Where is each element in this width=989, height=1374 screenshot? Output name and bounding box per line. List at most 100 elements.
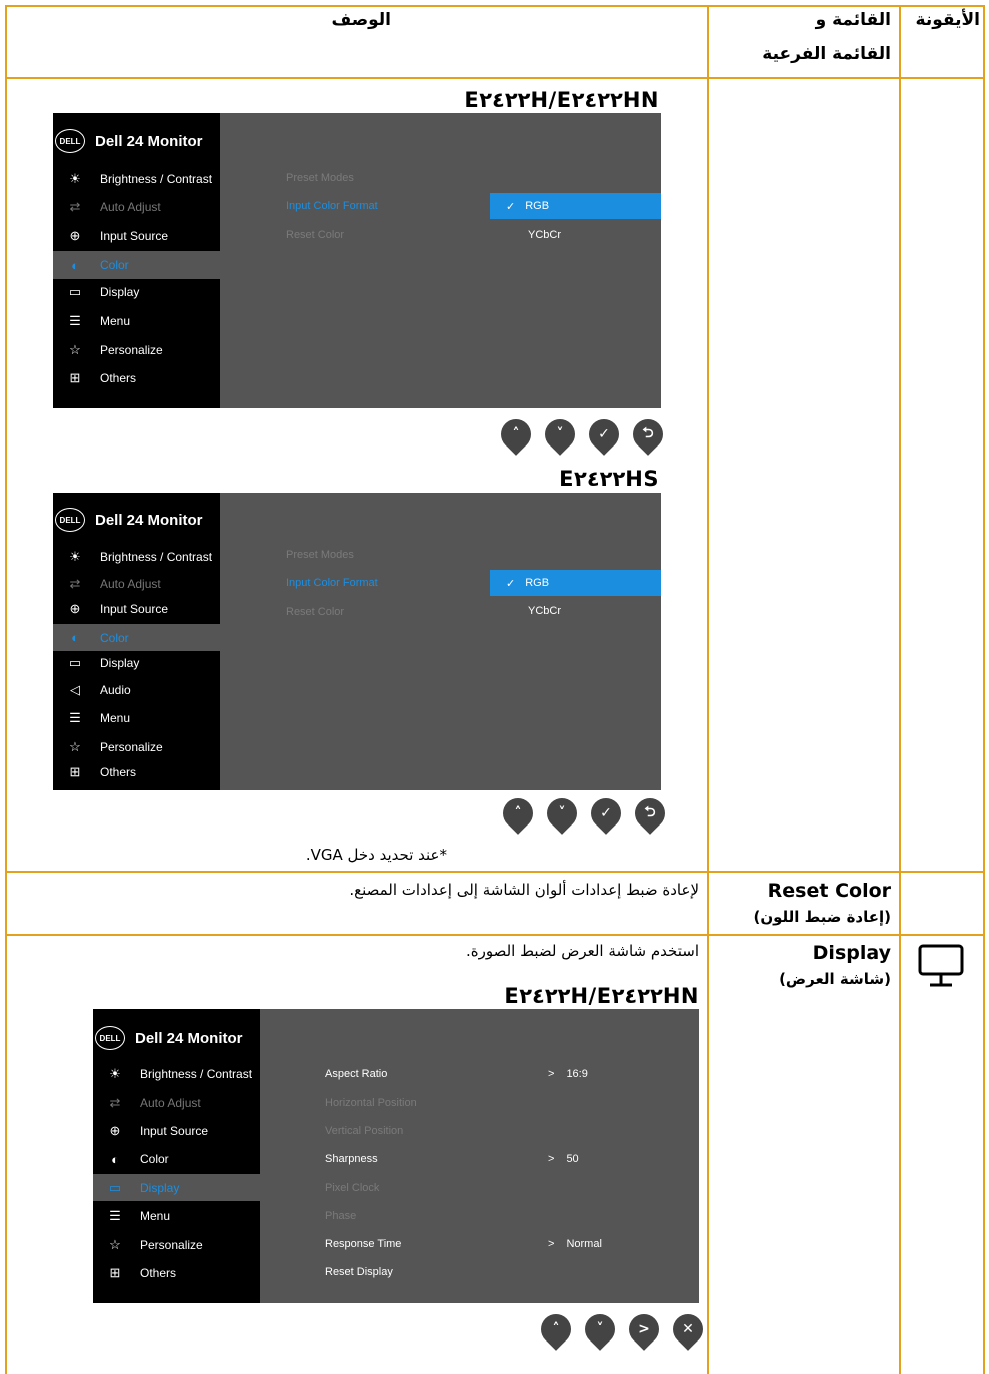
down-button-icon: ˅ xyxy=(545,419,575,456)
osd-menu-brightness: ☀ Brightness / Contrast xyxy=(93,1062,260,1086)
vga-note: *عند تحديد دخل VGA. xyxy=(305,846,447,864)
dell-logo-icon: DELL xyxy=(95,1026,125,1050)
input-source-icon: ⊕ xyxy=(69,228,81,243)
reset-color-name: Reset Color xyxy=(767,880,891,902)
osd-value-sharpness: >50 xyxy=(548,1153,579,1165)
menu-icon: ☰ xyxy=(109,1208,121,1223)
osd-option-rgb: ✓ RGB xyxy=(490,570,661,596)
osd-menu-color: ◐ Color xyxy=(93,1147,260,1171)
osd-menu-personalize: ☆ Personalize xyxy=(93,1233,260,1257)
back-button-icon: ⮌ xyxy=(633,419,663,456)
brightness-icon: ☀ xyxy=(69,549,81,564)
osd-sub-reset-color: Reset Color xyxy=(286,229,345,241)
check-button-icon: ✓ xyxy=(589,419,619,456)
osd-menu-audio: ◁ Audio xyxy=(53,678,220,702)
up-button-icon: ˄ xyxy=(501,419,531,456)
osd-menu-brightness: ☀ Brightness / Contrast xyxy=(53,545,220,569)
table-border-right xyxy=(983,5,985,1374)
osd-brand: DELL Dell 24 Monitor xyxy=(55,129,203,153)
osd-menu-auto-adjust: ⇄ Auto Adjust xyxy=(53,195,220,219)
osd-option-ycbcr: YCbCr xyxy=(528,605,562,617)
table-border-left xyxy=(5,5,7,1374)
osd-menu-auto-adjust: ⇄ Auto Adjust xyxy=(53,572,220,596)
osd-sub-vertical-position: Vertical Position xyxy=(325,1125,404,1137)
osd-brand-title: Dell 24 Monitor xyxy=(95,511,203,529)
osd-sub-horizontal-position: Horizontal Position xyxy=(325,1097,417,1109)
display-name: Display xyxy=(812,942,891,964)
display-icon: ▭ xyxy=(108,1179,122,1195)
row-divider-1 xyxy=(5,871,985,873)
table-header-divider xyxy=(5,77,985,79)
dell-logo-icon: DELL xyxy=(55,508,85,532)
model-title-hs: E٢٤٢٢HS xyxy=(559,467,659,491)
osd-sub-response-time: Response Time xyxy=(325,1238,402,1250)
check-button-icon: ✓ xyxy=(591,798,621,835)
table-divider-menu xyxy=(707,5,709,1374)
display-icon: ▭ xyxy=(68,655,82,670)
osd-brand-title: Dell 24 Monitor xyxy=(135,1029,243,1047)
osd-menu-auto-adjust: ⇄ Auto Adjust xyxy=(93,1091,260,1115)
brightness-icon: ☀ xyxy=(69,171,81,186)
others-icon: ⊞ xyxy=(109,1265,121,1280)
osd-menu-personalize: ☆ Personalize xyxy=(53,735,220,759)
osd-menu-menu: ☰ Menu xyxy=(93,1204,260,1228)
table-border-top xyxy=(5,5,985,7)
input-source-icon: ⊕ xyxy=(109,1123,121,1138)
menu-icon: ☰ xyxy=(69,313,81,328)
personalize-icon: ☆ xyxy=(69,342,81,357)
display-desc: استخدم شاشة العرض لضبط الصورة. xyxy=(465,942,699,960)
color-icon: ◐ xyxy=(71,257,79,273)
up-button-icon: ˄ xyxy=(503,798,533,835)
input-source-icon: ⊕ xyxy=(69,601,81,616)
auto-adjust-icon: ⇄ xyxy=(69,199,81,214)
osd-menu-personalize: ☆ Personalize xyxy=(53,338,220,362)
osd-menu-display: ▭ Display xyxy=(53,651,220,675)
dell-logo-icon: DELL xyxy=(55,129,85,153)
table-divider-icon xyxy=(899,5,901,1374)
osd-brand: DELL Dell 24 Monitor xyxy=(95,1026,243,1050)
osd-menu-input-source: ⊕ Input Source xyxy=(53,224,220,248)
close-button-icon: ✕ xyxy=(673,1314,703,1351)
osd-sub-preset-modes: Preset Modes xyxy=(286,172,354,184)
header-menu-col-line2: القائمة الفرعية xyxy=(762,44,891,64)
osd-menu-input-source: ⊕ Input Source xyxy=(53,597,220,621)
down-button-icon: ˅ xyxy=(585,1314,615,1351)
osd-menu-display: ▭ Display xyxy=(93,1174,260,1201)
osd-menu-display: ▭ Display xyxy=(53,280,220,304)
row-divider-2 xyxy=(5,934,985,936)
model-title: E٢٤٢٢H/E٢٤٢٢HN xyxy=(464,88,659,112)
osd-sub-input-color-format: Input Color Format xyxy=(286,577,378,589)
menu-icon: ☰ xyxy=(69,710,81,725)
osd-screenshot-color-1: DELL Dell 24 Monitor ☀ Brightness / Contr… xyxy=(53,113,661,408)
osd-sub-reset-color: Reset Color xyxy=(286,606,345,618)
right-button-icon: > xyxy=(629,1314,659,1351)
osd-sub-phase: Phase xyxy=(325,1210,357,1222)
back-button-icon: ⮌ xyxy=(635,798,665,835)
osd-value-aspect-ratio: >16:9 xyxy=(548,1068,588,1080)
osd-brand-title: Dell 24 Monitor xyxy=(95,132,203,150)
brightness-icon: ☀ xyxy=(109,1066,121,1081)
reset-color-desc: لإعادة ضبط إعدادات ألوان الشاشة إلى إعدا… xyxy=(349,881,699,899)
display-name-ar: (شاشة العرض) xyxy=(779,970,891,988)
osd-menu-color: ◐ Color xyxy=(53,624,220,651)
check-icon: ✓ xyxy=(506,577,516,590)
up-button-icon: ˄ xyxy=(541,1314,571,1351)
model-title-display: E٢٤٢٢H/E٢٤٢٢HN xyxy=(504,984,699,1008)
others-icon: ⊞ xyxy=(69,370,81,385)
osd-button-row: ˄ ˅ ✓ ⮌ xyxy=(501,419,663,456)
osd-menu-others: ⊞ Others xyxy=(53,760,220,784)
personalize-icon: ☆ xyxy=(109,1237,121,1252)
auto-adjust-icon: ⇄ xyxy=(69,576,81,591)
display-icon: ▭ xyxy=(68,284,82,299)
osd-menu-input-source: ⊕ Input Source xyxy=(93,1119,260,1143)
auto-adjust-icon: ⇄ xyxy=(109,1095,121,1110)
osd-sub-aspect-ratio: Aspect Ratio xyxy=(325,1068,388,1080)
osd-menu-color: ◐ Color xyxy=(53,251,220,279)
osd-menu-others: ⊞ Others xyxy=(53,366,220,390)
down-button-icon: ˅ xyxy=(547,798,577,835)
header-icon-col: الأيقونة xyxy=(915,10,980,30)
osd-button-row: ˄ ˅ > ✕ xyxy=(541,1314,703,1351)
osd-sub-preset-modes: Preset Modes xyxy=(286,549,354,561)
color-icon: ◐ xyxy=(111,1151,119,1167)
osd-screenshot-display: DELL Dell 24 Monitor ☀ Brightness / Contr… xyxy=(93,1009,699,1303)
